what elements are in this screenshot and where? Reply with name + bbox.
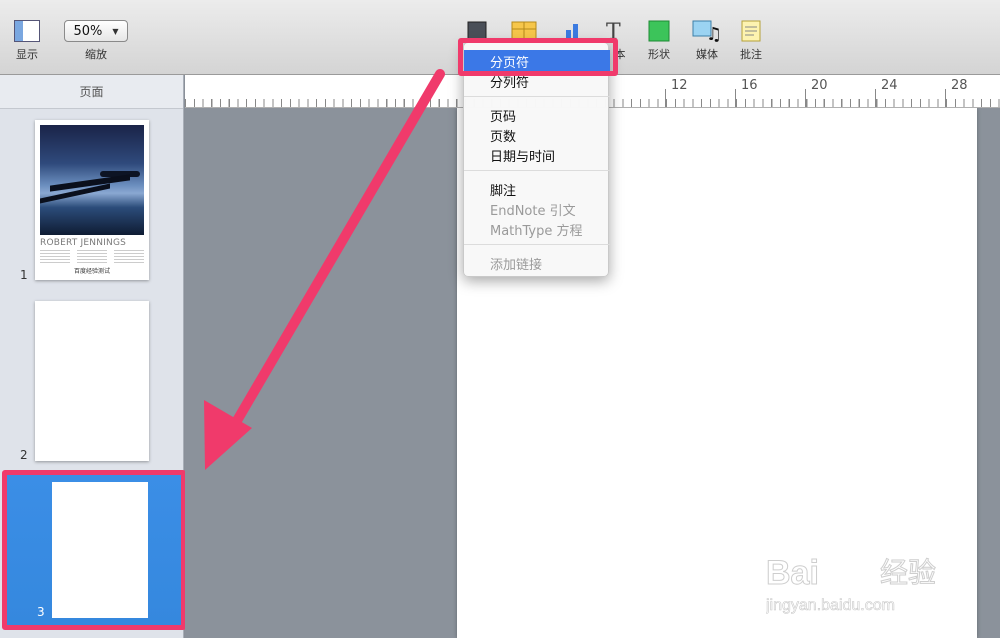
page-thumbnail-3[interactable] [52, 482, 148, 618]
display-button[interactable]: 显示 [14, 20, 40, 62]
page-number-1: 1 [20, 268, 28, 282]
page-number-2: 2 [20, 448, 28, 462]
media-icon: ♫ [692, 20, 722, 42]
ruler-label: 16 [741, 78, 758, 93]
thumbnail-caption: 百度经验测试 [73, 268, 110, 275]
menu-item-mathtype: MathType 方程 [490, 224, 583, 239]
sidebar-toggle-icon [14, 20, 40, 42]
zoom-label: 缩放 [85, 48, 107, 61]
svg-text:jingyan.baidu.com: jingyan.baidu.com [766, 597, 895, 614]
svg-text:Bai: Bai [766, 554, 819, 592]
menu-item-page-count[interactable]: 页数 [490, 126, 516, 145]
svg-text:♫: ♫ [706, 24, 722, 42]
shape-label: 形状 [648, 48, 670, 61]
sidebar-header: 页面 [0, 75, 183, 109]
insert-menu: 分页符 分列符 页码 页数 日期与时间 脚注 EndNote 引文 MathTy… [463, 42, 610, 277]
baidu-logo: Bai du 经验 jingyan.baidu.com [765, 545, 937, 614]
svg-text:经验: 经验 [880, 556, 936, 589]
ruler-label: 28 [951, 78, 968, 93]
menu-item-add-link: 添加链接 [490, 258, 543, 273]
page-thumbnail-1[interactable]: ROBERT JENNINGS 百度经验测试 [35, 120, 149, 280]
ruler-label: 24 [881, 78, 898, 93]
annotation-highlight-box [458, 38, 618, 76]
ruler-label: 12 [671, 78, 688, 93]
shape-icon [648, 20, 670, 42]
zoom-value: 50% [73, 23, 103, 39]
media-label: 媒体 [696, 48, 718, 61]
baidu-watermark: Bai du 经验 jingyan.baidu.com [765, 545, 966, 622]
ruler-label: 20 [811, 78, 828, 93]
display-label: 显示 [16, 48, 38, 61]
zoom-control[interactable]: 50% ▼ 缩放 [64, 20, 128, 62]
menu-item-footnote[interactable]: 脚注 [490, 180, 516, 199]
menu-item-date-time[interactable]: 日期与时间 [490, 146, 555, 165]
cover-photo [40, 125, 144, 235]
page-thumbnail-2[interactable] [35, 301, 149, 461]
comment-icon [741, 20, 761, 42]
thumbnail-author: ROBERT JENNINGS [40, 238, 127, 248]
svg-text:du: du [846, 566, 868, 586]
comment-label: 批注 [740, 48, 762, 61]
menu-item-page-number[interactable]: 页码 [490, 106, 516, 125]
zoom-select[interactable]: 50% ▼ [64, 20, 128, 42]
page-number-3: 3 [37, 605, 45, 619]
shape-button[interactable]: 形状 [648, 20, 670, 62]
menu-item-endnote: EndNote 引文 [490, 204, 576, 219]
comment-button[interactable]: 批注 [740, 20, 762, 62]
chevron-down-icon: ▼ [112, 26, 119, 36]
media-button[interactable]: ♫ 媒体 [692, 20, 722, 62]
